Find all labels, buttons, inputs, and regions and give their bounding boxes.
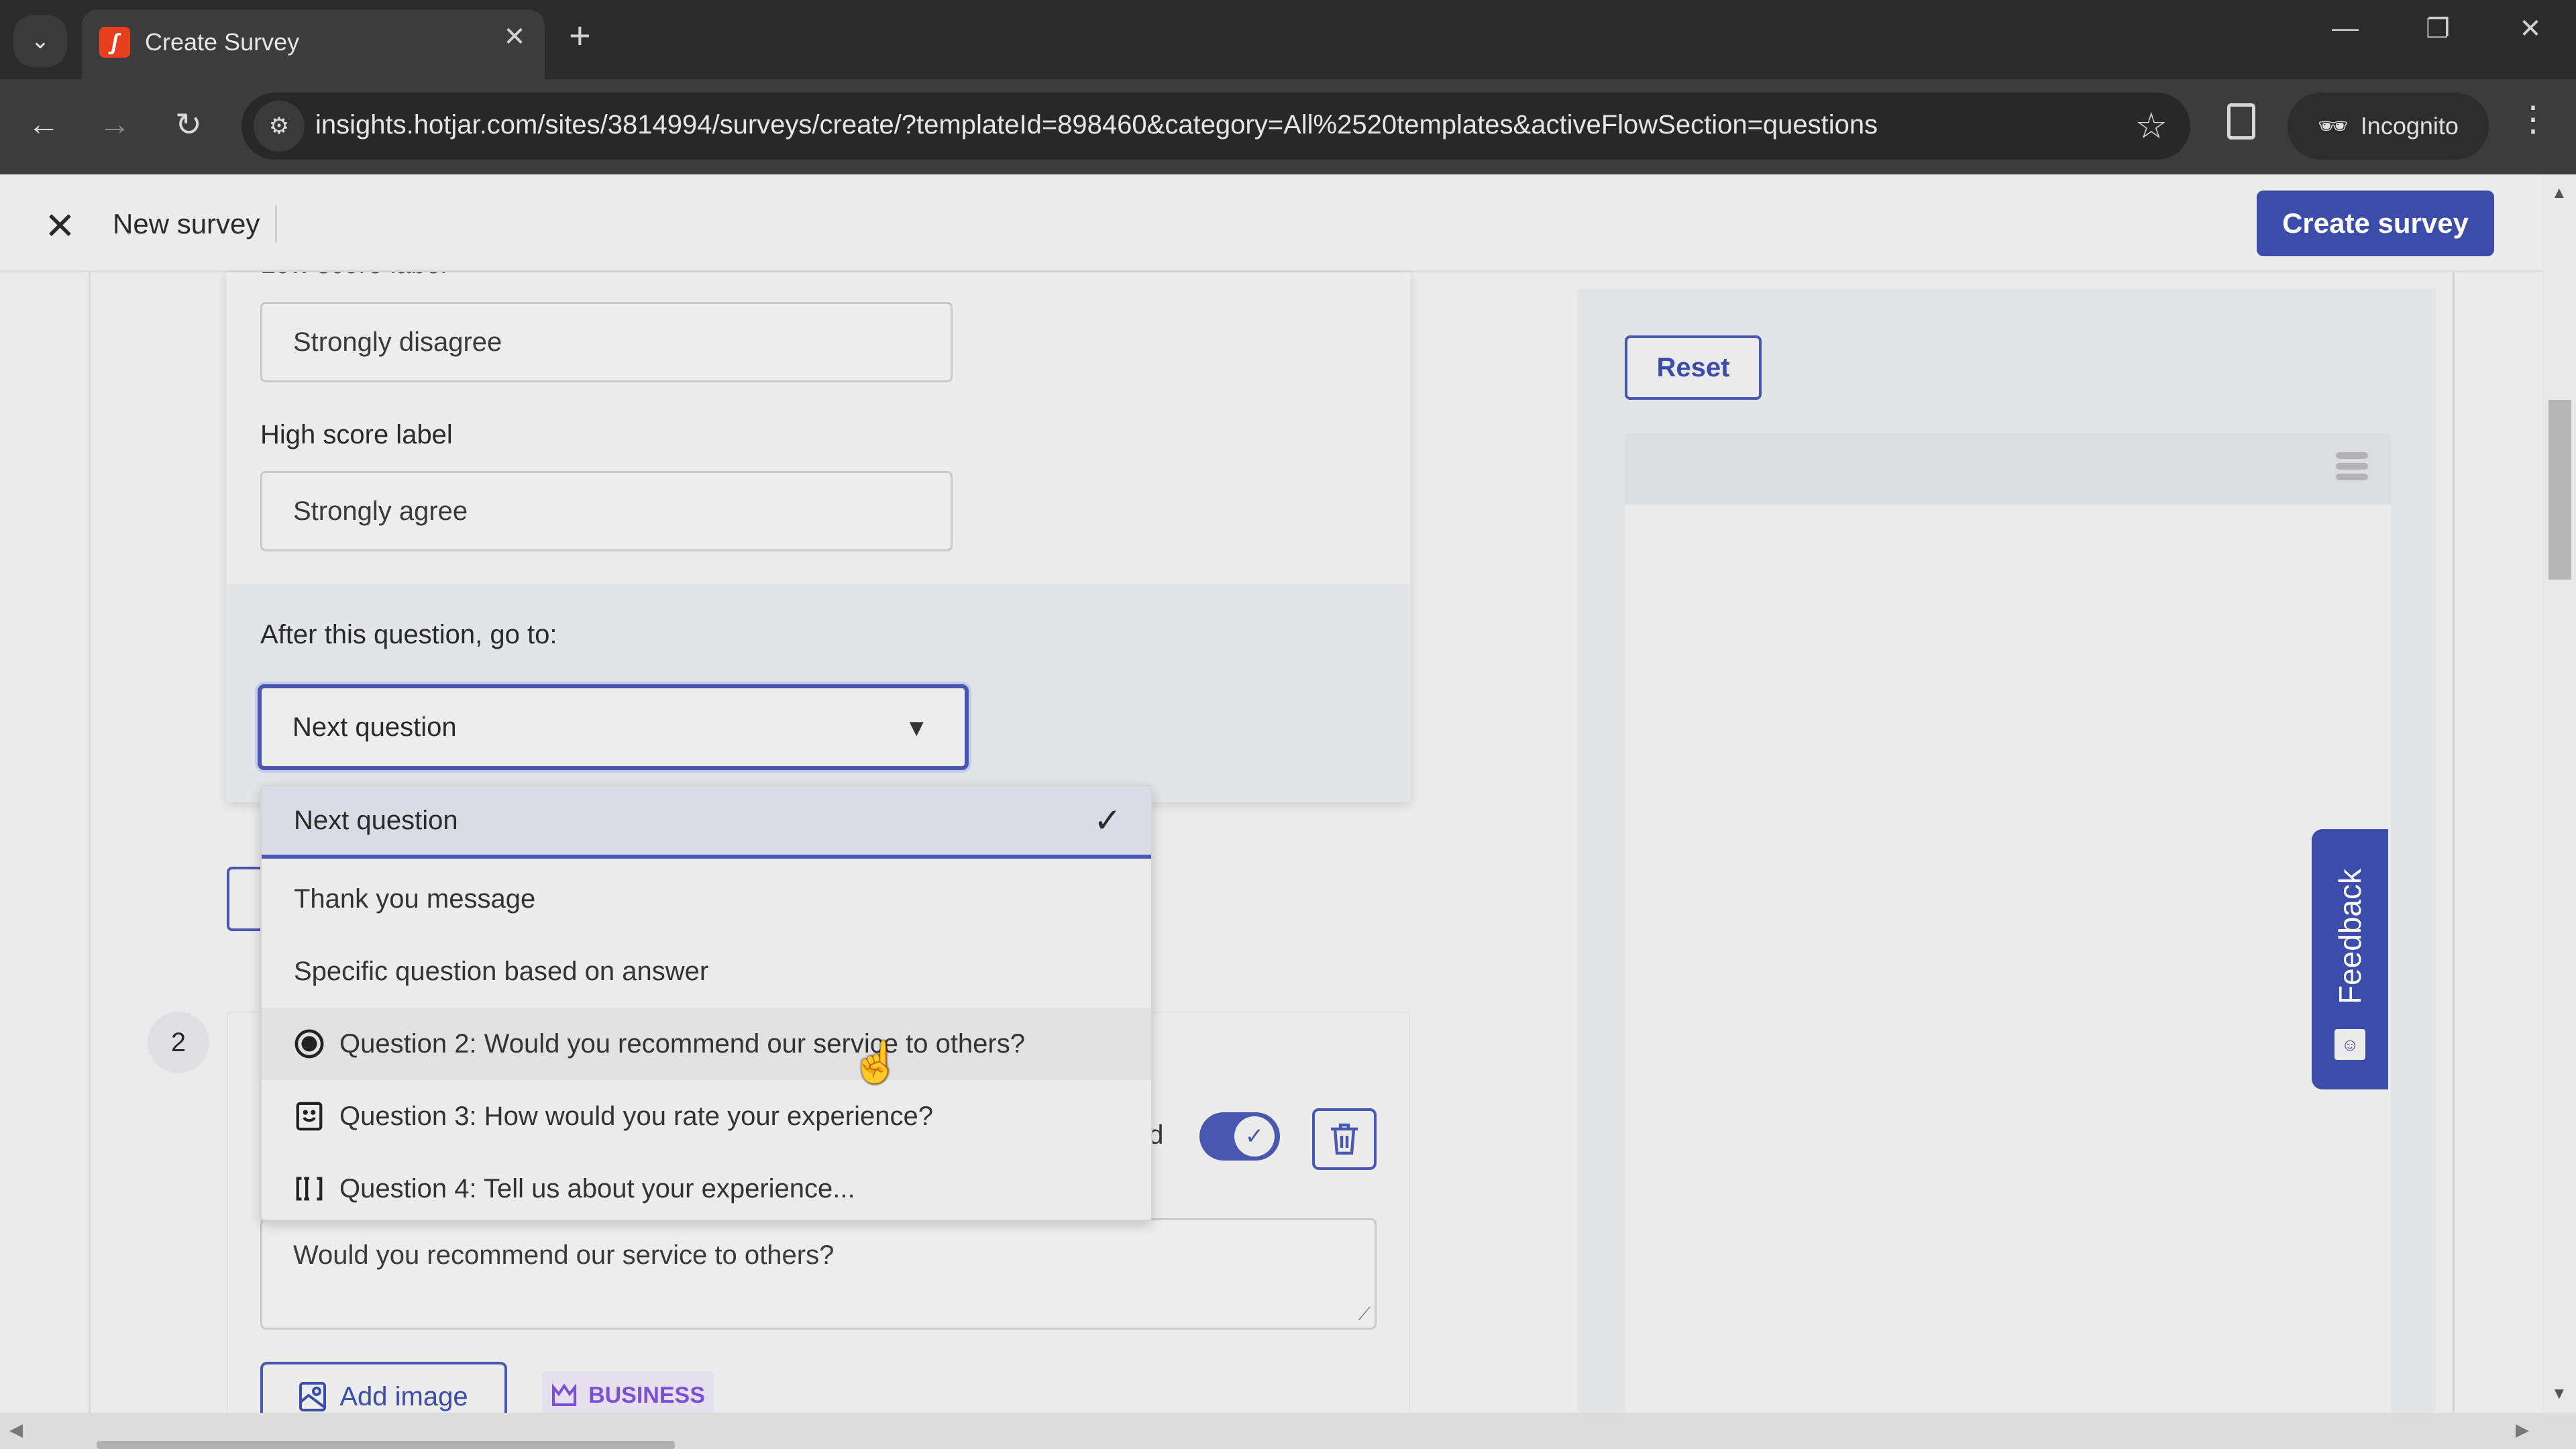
option-label: Thank you message: [294, 883, 536, 914]
vertical-scroll-thumb[interactable]: [2548, 400, 2571, 580]
minimize-icon[interactable]: —: [2318, 13, 2372, 44]
tab-close-icon[interactable]: ✕: [498, 21, 531, 52]
horizontal-scroll-thumb[interactable]: [97, 1441, 675, 1449]
title-divider: [275, 205, 277, 243]
goto-select-value: Next question: [292, 712, 457, 742]
incognito-badge[interactable]: 🕶 Incognito: [2288, 93, 2489, 160]
required-toggle[interactable]: ✓: [1199, 1112, 1280, 1161]
smiley-icon: [294, 1101, 325, 1132]
window-close-icon[interactable]: ✕: [2504, 13, 2557, 44]
caret-down-icon: ▼: [904, 714, 928, 741]
incognito-icon: 🕶: [2318, 112, 2349, 140]
vertical-scrollbar[interactable]: ▲ ▼: [2543, 174, 2576, 1413]
create-survey-button[interactable]: Create survey: [2257, 191, 2494, 256]
check-icon: ✓: [1234, 1116, 1275, 1157]
new-tab-icon[interactable]: +: [569, 13, 591, 57]
add-image-label: Add image: [339, 1381, 468, 1411]
business-label: BUSINESS: [588, 1382, 705, 1408]
side-panel-icon[interactable]: [2227, 103, 2255, 140]
text-field-icon: [294, 1173, 325, 1204]
question-number-badge: 2: [148, 1012, 209, 1073]
option-label: Question 3: How would you rate your expe…: [339, 1101, 933, 1131]
goto-select[interactable]: Next question ▼: [258, 684, 969, 770]
tab-search-chevron-icon[interactable]: ⌄: [13, 15, 67, 67]
tab-title: Create Survey: [145, 28, 300, 56]
scroll-up-arrow-icon[interactable]: ▲: [2551, 184, 2567, 203]
right-rail-divider: [2453, 272, 2455, 1413]
back-icon[interactable]: ←: [20, 106, 67, 143]
option-label: Next question: [294, 805, 458, 835]
hamburger-menu-icon[interactable]: [2336, 452, 2368, 484]
browser-tab-strip: ⌄ ʃ Create Survey ✕ + — ❐ ✕: [0, 0, 2576, 79]
feedback-smiley-icon: ☺: [2334, 1029, 2365, 1060]
left-rail-divider: [89, 272, 91, 1413]
resize-grip-icon[interactable]: ⟋: [1358, 1303, 1371, 1325]
option-label: Question 2: Would you recommend our serv…: [339, 1028, 1025, 1059]
incognito-label: Incognito: [2360, 112, 2459, 140]
dropdown-option-question-4[interactable]: Question 4: Tell us about your experienc…: [262, 1152, 1151, 1225]
preview-window: [1625, 433, 2391, 1413]
forward-icon[interactable]: →: [91, 106, 138, 143]
browser-toolbar: ← → ↻ ⚙ insights.hotjar.com/sites/381499…: [0, 79, 2576, 174]
feedback-label: Feedback: [2332, 869, 2367, 1005]
option-label: Question 4: Tell us about your experienc…: [339, 1173, 855, 1203]
checkmark-icon: ✓: [1093, 802, 1122, 839]
restore-icon[interactable]: ❐: [2411, 13, 2465, 44]
question-text-value: Would you recommend our service to other…: [293, 1240, 835, 1270]
scroll-down-arrow-icon[interactable]: ▼: [2551, 1385, 2567, 1403]
low-score-input[interactable]: Strongly disagree: [260, 302, 953, 382]
trash-icon: [1331, 1123, 1358, 1155]
horizontal-scrollbar[interactable]: ◀ ▶: [0, 1413, 2576, 1449]
radio-icon: [294, 1028, 325, 1059]
address-bar[interactable]: ⚙ insights.hotjar.com/sites/3814994/surv…: [241, 93, 2190, 160]
page-title: New survey: [113, 208, 260, 239]
dropdown-option-question-3[interactable]: Question 3: How would you rate your expe…: [262, 1080, 1151, 1152]
dropdown-option-next-question[interactable]: Next question ✓: [262, 786, 1151, 859]
dropdown-option-thank-you[interactable]: Thank you message: [262, 863, 1151, 935]
question-text-input[interactable]: Would you recommend our service to other…: [260, 1218, 1377, 1330]
hand-cursor-icon: ☝: [851, 1040, 901, 1085]
delete-question-button[interactable]: [1312, 1108, 1377, 1170]
browser-tab-active[interactable]: ʃ Create Survey ✕: [82, 9, 545, 79]
scroll-left-arrow-icon[interactable]: ◀: [9, 1419, 23, 1440]
hotjar-favicon-icon: ʃ: [99, 27, 130, 58]
image-icon: [299, 1382, 327, 1411]
browser-menu-icon[interactable]: ⋮: [2516, 99, 2551, 140]
preview-window-bar: [1625, 433, 2391, 504]
dropdown-option-specific-question[interactable]: Specific question based on answer: [262, 935, 1151, 1008]
goto-dropdown-menu: Next question ✓ Thank you message Specif…: [260, 785, 1152, 1221]
scroll-right-arrow-icon[interactable]: ▶: [2516, 1419, 2529, 1440]
reload-icon[interactable]: ↻: [165, 106, 212, 144]
option-label: Specific question based on answer: [294, 956, 709, 986]
goto-label: After this question, go to:: [260, 620, 557, 649]
bookmark-star-icon[interactable]: ☆: [2135, 105, 2167, 147]
site-info-icon[interactable]: ⚙: [254, 101, 305, 152]
url-text[interactable]: insights.hotjar.com/sites/3814994/survey…: [315, 110, 1878, 140]
high-score-label: High score label: [260, 420, 453, 449]
crown-icon: [552, 1383, 577, 1406]
dropdown-option-question-2[interactable]: Question 2: Would you recommend our serv…: [262, 1008, 1151, 1080]
app-header: ✕ New survey Create survey: [0, 174, 2543, 272]
feedback-tab[interactable]: Feedback ☺: [2312, 829, 2388, 1089]
high-score-input[interactable]: Strongly agree: [260, 471, 953, 551]
close-icon[interactable]: ✕: [44, 204, 76, 248]
reset-button[interactable]: Reset: [1625, 335, 1762, 400]
